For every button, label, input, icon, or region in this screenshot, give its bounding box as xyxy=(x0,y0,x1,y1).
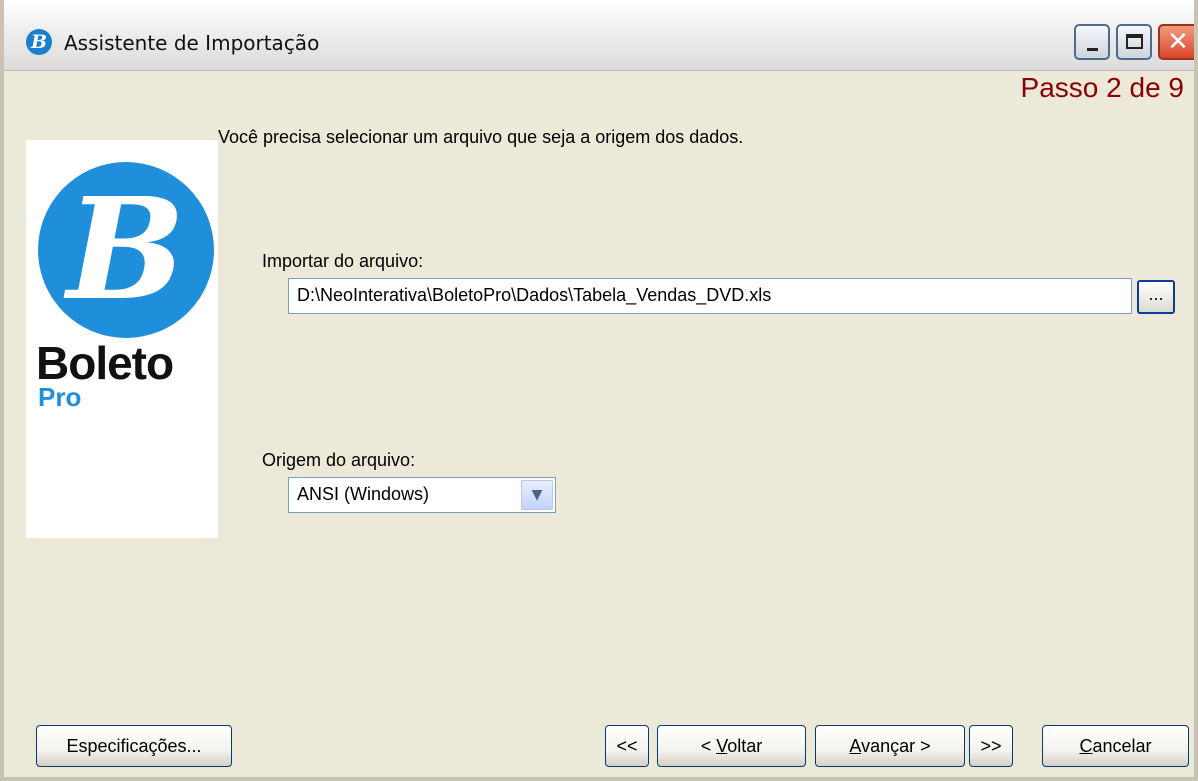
last-step-button[interactable]: >> xyxy=(969,725,1013,767)
import-wizard-window: B Assistente de Importação ✕ Passo 2 de … xyxy=(0,0,1198,781)
cancel-mnemonic: C xyxy=(1079,736,1093,756)
cancel-rest: ancelar xyxy=(1092,736,1152,756)
file-origin-select[interactable]: ANSI (Windows) ▼ xyxy=(288,477,556,513)
chevron-down-icon[interactable]: ▼ xyxy=(521,480,553,510)
back-prefix: < xyxy=(700,736,717,756)
minimize-icon xyxy=(1087,48,1098,51)
browse-button[interactable]: ... xyxy=(1137,280,1175,314)
back-rest: oltar xyxy=(727,736,763,756)
cancel-button[interactable]: Cancelar xyxy=(1042,725,1189,767)
next-button[interactable]: Avançar > xyxy=(815,725,965,767)
boletopro-icon: B xyxy=(26,29,52,55)
file-origin-value: ANSI (Windows) xyxy=(297,484,430,504)
logo-sub: Pro xyxy=(38,382,82,412)
next-rest: vançar > xyxy=(861,736,931,756)
logo-panel: B Boleto Pro xyxy=(26,140,218,538)
back-button[interactable]: < Voltar xyxy=(657,725,806,767)
close-button[interactable]: ✕ xyxy=(1158,24,1194,60)
boletopro-logo-icon: B xyxy=(38,162,214,338)
first-step-button[interactable]: << xyxy=(605,725,649,767)
minimize-button[interactable] xyxy=(1074,24,1110,60)
instruction-text: Você precisa selecionar um arquivo que s… xyxy=(218,127,744,147)
maximize-button[interactable] xyxy=(1116,24,1152,60)
maximize-icon xyxy=(1126,34,1143,49)
specifications-button[interactable]: Especificações... xyxy=(36,725,232,767)
import-file-input[interactable]: D:\NeoInterativa\BoletoPro\Dados\Tabela_… xyxy=(288,278,1132,314)
title-bar[interactable]: B Assistente de Importação ✕ xyxy=(4,0,1194,71)
close-icon: ✕ xyxy=(1167,27,1189,57)
file-origin-label: Origem do arquivo: xyxy=(262,450,416,470)
back-mnemonic: V xyxy=(716,736,728,756)
window-title: Assistente de Importação xyxy=(64,31,320,55)
step-indicator: Passo 2 de 9 xyxy=(1020,72,1184,103)
next-mnemonic: A xyxy=(849,736,862,756)
import-file-label: Importar do arquivo: xyxy=(262,251,424,271)
